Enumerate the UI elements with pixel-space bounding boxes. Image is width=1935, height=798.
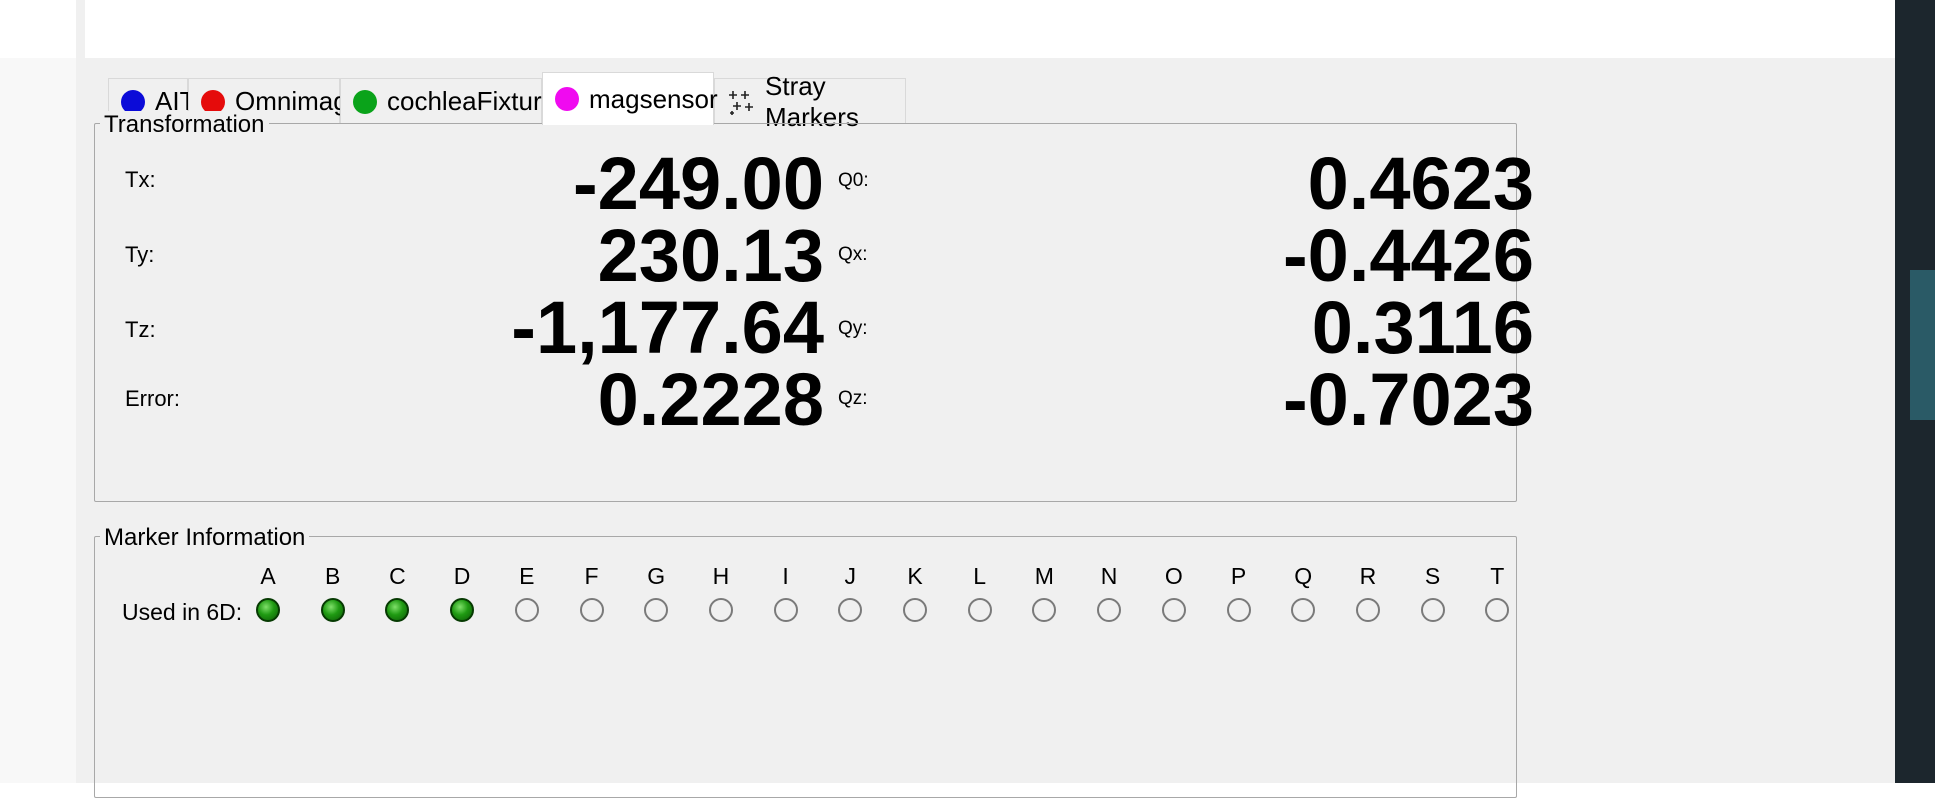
marker-led-b-icon xyxy=(320,598,345,622)
tab-stray-markers[interactable]: Stray Markers xyxy=(714,71,906,132)
marker-letter-l: L xyxy=(973,563,987,589)
tz-label: Tz: xyxy=(125,317,156,342)
marker-led-f-icon xyxy=(579,598,604,622)
ty-value: 230.13 xyxy=(597,214,824,297)
marker-led-n-icon xyxy=(1097,598,1122,622)
red-dot-icon xyxy=(201,89,225,114)
marker-led-i-icon xyxy=(773,598,798,622)
left-sidebar-strip xyxy=(0,0,76,783)
marker-led-s-icon xyxy=(1420,598,1445,622)
tz-value: -1,177.64 xyxy=(511,286,824,369)
marker-letter-i: I xyxy=(782,563,789,589)
marker-letter-g: G xyxy=(647,563,666,589)
marker-letter-j: J xyxy=(844,563,857,589)
marker-led-q-icon xyxy=(1291,598,1316,622)
marker-letter-c: C xyxy=(389,563,406,589)
marker-letter-o: O xyxy=(1164,563,1183,589)
qz-label: Qz: xyxy=(838,388,868,409)
marker-letter-d: D xyxy=(453,563,471,589)
splitter[interactable] xyxy=(76,0,85,783)
marker-letter-s: S xyxy=(1424,563,1441,589)
top-area xyxy=(85,0,1895,58)
marker-led-a-icon xyxy=(256,598,280,622)
error-label: Error: xyxy=(125,386,180,411)
marker-letter-r: R xyxy=(1359,563,1377,589)
qy-value: 0.3116 xyxy=(1311,286,1534,369)
q0-value: 0.4623 xyxy=(1307,142,1534,225)
marker-letter-e: E xyxy=(519,563,535,589)
q0-label: Q0: xyxy=(838,170,869,191)
marker-led-k-icon xyxy=(903,598,927,622)
right-edge-window xyxy=(1895,0,1935,783)
tab-label: cochleaFixture xyxy=(387,86,557,116)
stray-markers-icon xyxy=(729,90,753,115)
blue-dot-icon xyxy=(121,89,145,114)
tab-magsensor[interactable]: magsensor xyxy=(542,72,718,125)
qx-value: -0.4426 xyxy=(1283,214,1534,297)
ty-label: Ty: xyxy=(125,242,155,267)
marker-led-g-icon xyxy=(644,598,669,622)
marker-led-p-icon xyxy=(1226,598,1251,622)
marker-led-d-icon xyxy=(450,598,475,622)
tx-value: -249.00 xyxy=(573,142,824,225)
used-in-6d-label: Used in 6D: xyxy=(122,599,243,625)
marker-letter-p: P xyxy=(1230,563,1247,589)
tab-cochleafixture[interactable]: cochleaFixture xyxy=(340,78,556,124)
green-dot-icon xyxy=(353,89,377,114)
qz-value: -0.7023 xyxy=(1283,358,1534,441)
marker-letter-q: Q xyxy=(1294,563,1313,589)
transformation-title: Transformation xyxy=(100,111,269,139)
marker-letter-t: T xyxy=(1490,563,1505,589)
marker-letter-b: B xyxy=(325,563,341,589)
marker-led-o-icon xyxy=(1161,598,1186,622)
marker-information-title: Marker Information xyxy=(100,524,310,552)
marker-letter-m: M xyxy=(1034,563,1054,589)
marker-led-r-icon xyxy=(1355,598,1380,622)
marker-letter-h: H xyxy=(712,563,730,589)
qy-label: Qy: xyxy=(838,318,868,339)
marker-letter-k: K xyxy=(907,563,923,589)
tab-label: magsensor xyxy=(589,83,718,114)
marker-led-h-icon xyxy=(708,598,733,622)
marker-led-e-icon xyxy=(514,598,539,622)
tx-label: Tx: xyxy=(125,167,156,192)
magenta-dot-icon xyxy=(555,87,579,111)
marker-letter-n: N xyxy=(1100,563,1118,589)
qx-label: Qx: xyxy=(838,244,868,265)
marker-led-l-icon xyxy=(967,598,992,622)
error-value: 0.2228 xyxy=(597,358,824,441)
marker-letter-a: A xyxy=(260,563,276,589)
marker-letter-f: F xyxy=(584,563,599,589)
